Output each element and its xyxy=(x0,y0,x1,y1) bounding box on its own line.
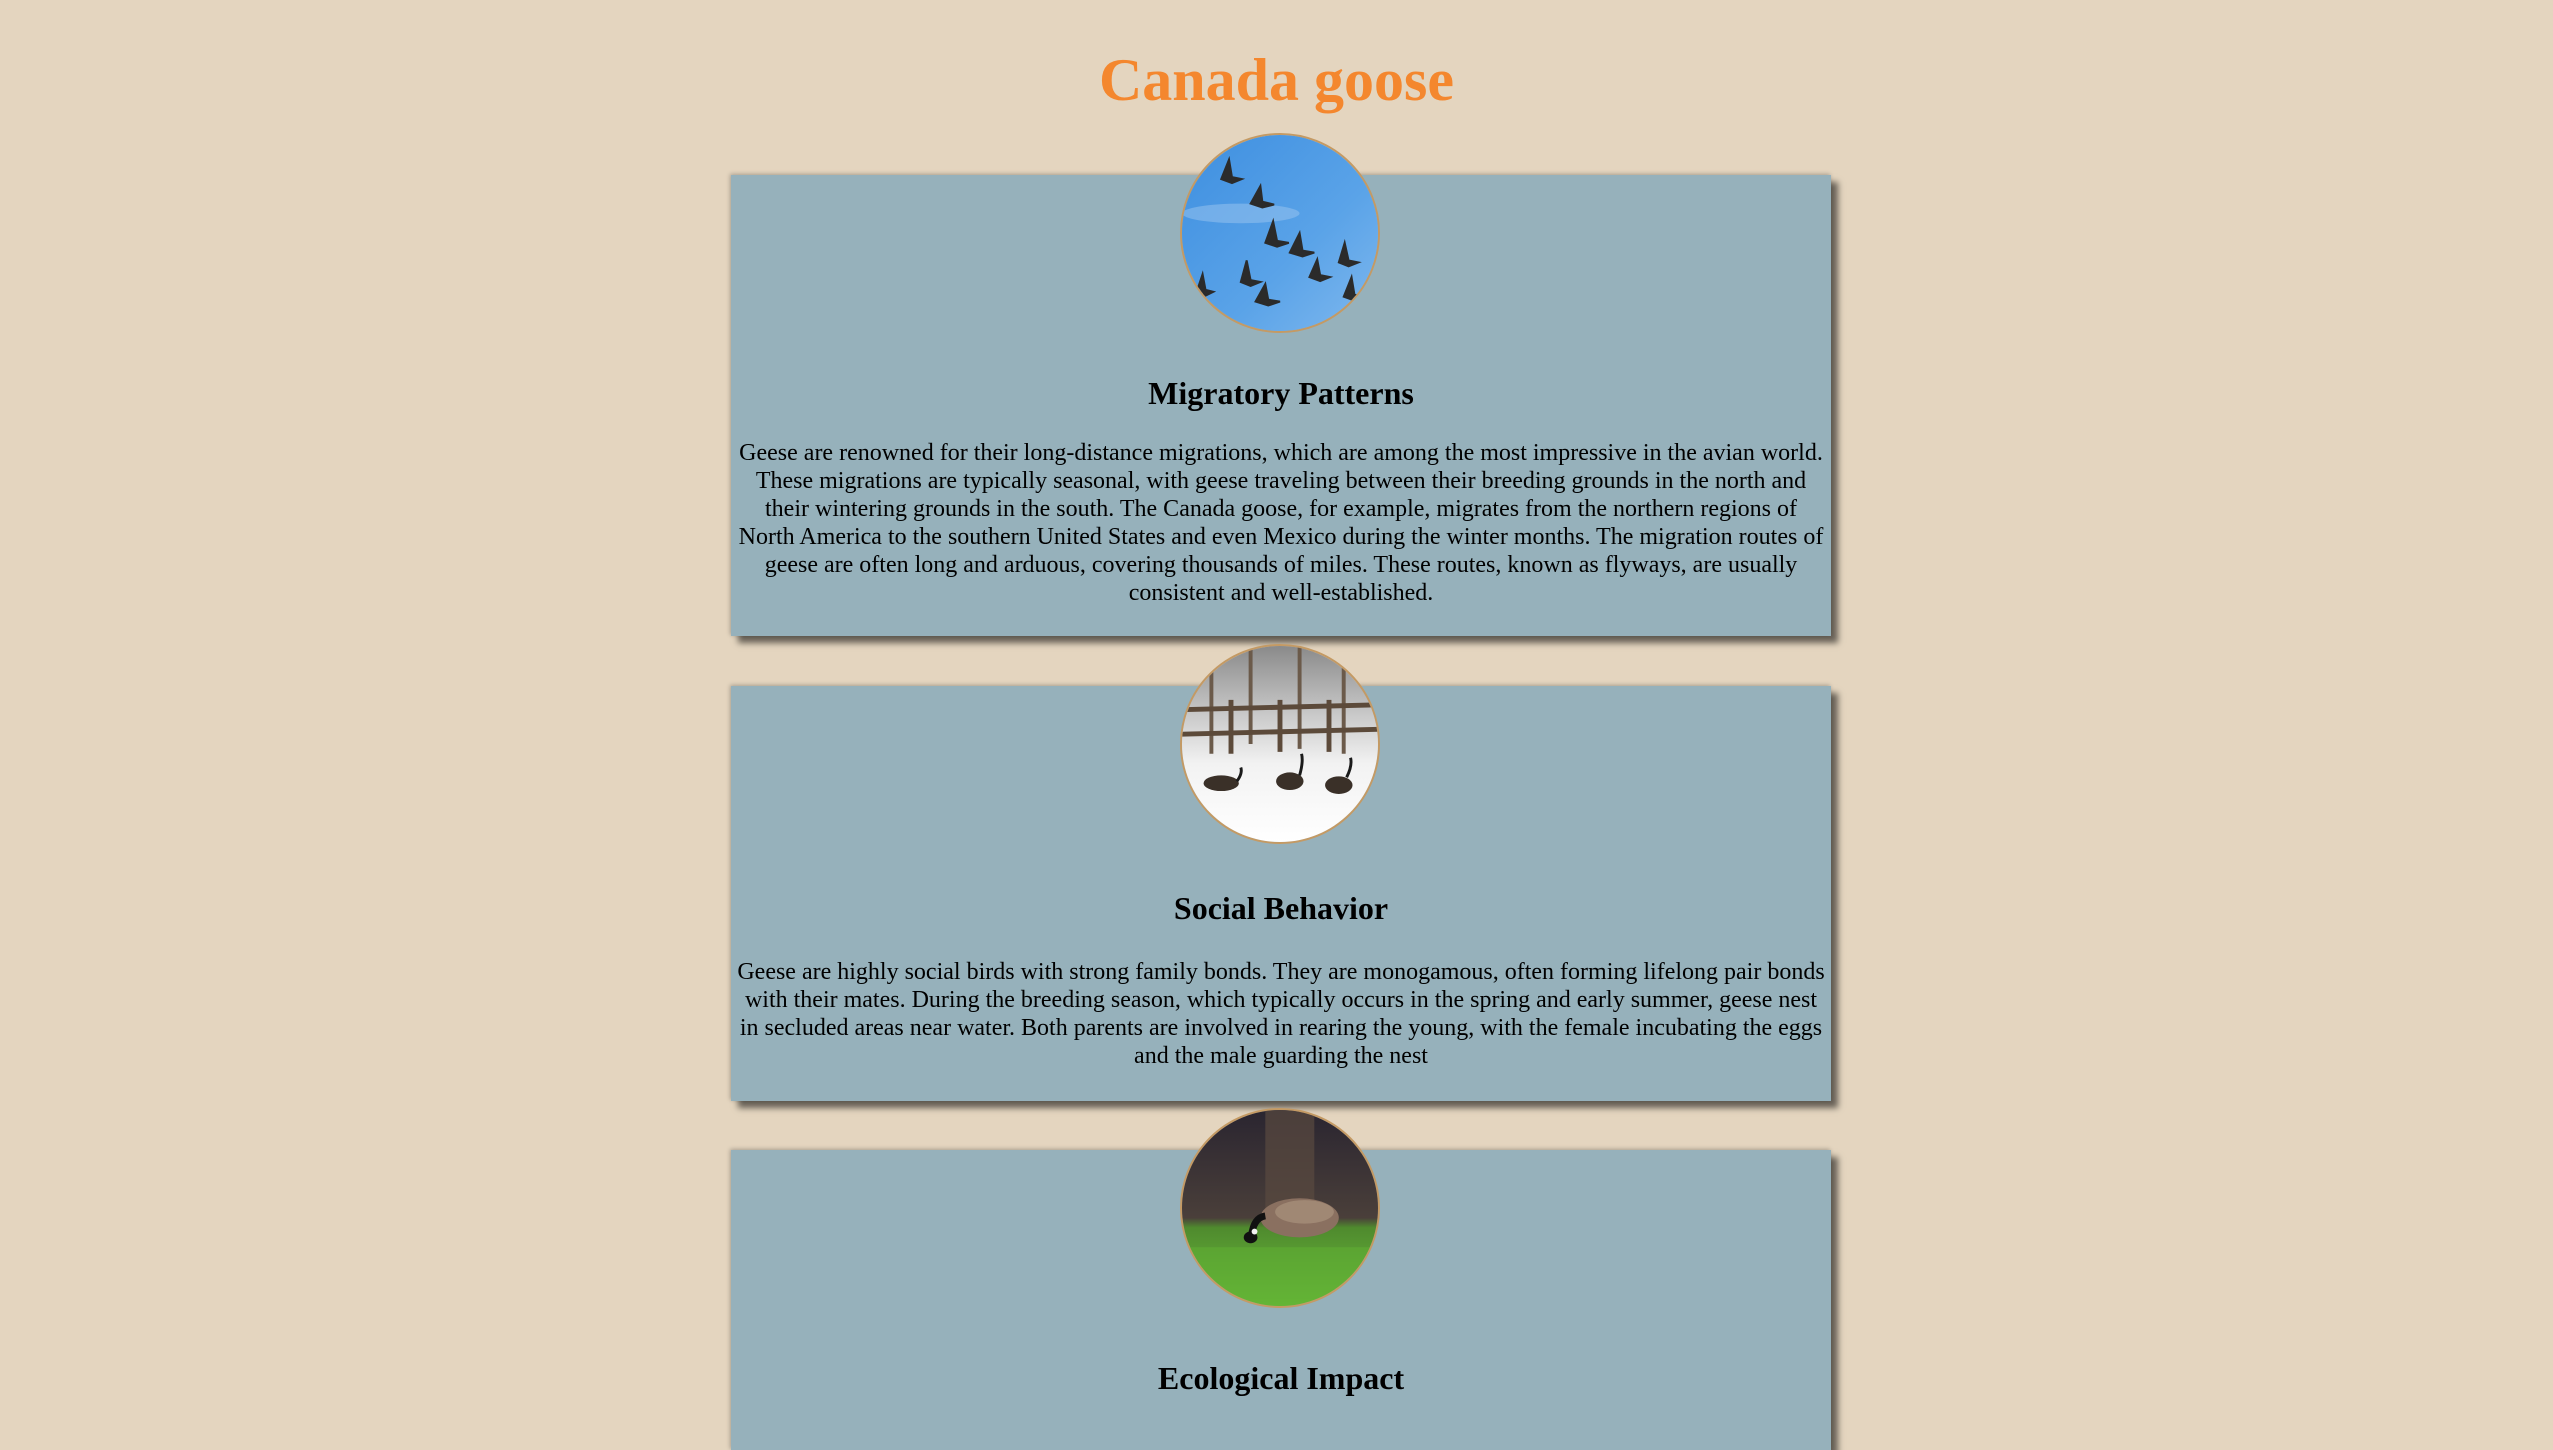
goose-grazing-grass-photo xyxy=(1180,1108,1380,1308)
page-title: Canada goose xyxy=(1098,47,1455,113)
section-card-social-behavior: Social Behavior Geese are highly social … xyxy=(731,644,1831,1101)
section-card-migratory-patterns: Migratory Patterns Geese are renowned fo… xyxy=(731,133,1831,636)
section-card-ecological-impact: Ecological Impact xyxy=(731,1108,1831,1450)
section-heading: Social Behavior xyxy=(1173,890,1389,926)
section-heading: Migratory Patterns xyxy=(1148,375,1414,411)
section-text: Geese are highly social birds with stron… xyxy=(737,959,1825,1069)
section-heading: Ecological Impact xyxy=(1157,1360,1405,1396)
section-text: Geese are renowned for their long-distan… xyxy=(738,440,1824,606)
geese-flying-sky-photo xyxy=(1180,133,1380,333)
geese-in-snow-photo xyxy=(1180,644,1380,844)
